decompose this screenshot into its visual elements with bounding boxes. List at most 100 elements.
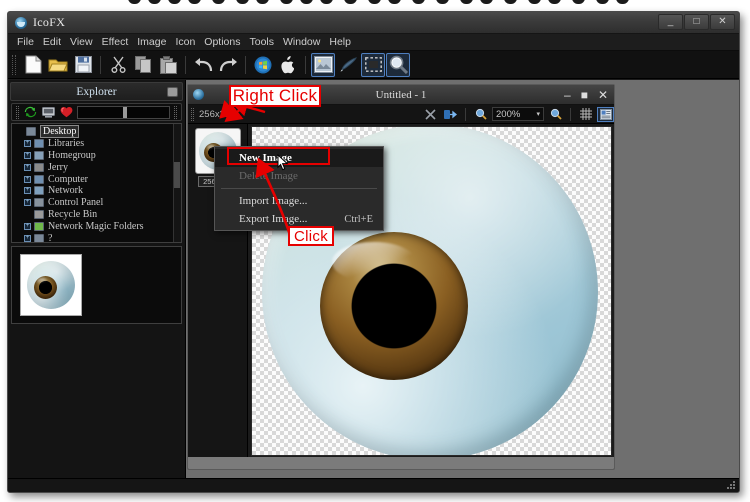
toolbar-cutoff-icon[interactable] bbox=[616, 0, 629, 4]
windows-icon[interactable] bbox=[251, 53, 275, 77]
expand-plus-icon[interactable]: + bbox=[24, 151, 31, 159]
favorites-heart-icon[interactable] bbox=[59, 106, 73, 119]
tree-item-label: Jerry bbox=[48, 161, 68, 173]
new-document-icon[interactable] bbox=[21, 53, 45, 77]
menu-item-file[interactable]: File bbox=[17, 36, 34, 48]
expand-plus-icon[interactable]: + bbox=[24, 175, 31, 183]
zoom-out-icon[interactable] bbox=[472, 107, 489, 122]
select-icon[interactable] bbox=[361, 52, 385, 77]
tree-item-network[interactable]: + Network bbox=[12, 185, 181, 197]
toolbar-cutoff-icon[interactable] bbox=[436, 0, 449, 4]
menu-item-edit[interactable]: Edit bbox=[43, 36, 61, 48]
zoom-in-icon[interactable] bbox=[547, 107, 564, 122]
grid-toggle-icon[interactable] bbox=[577, 107, 594, 122]
tree-item-network-magic-folders[interactable]: + Network Magic Folders bbox=[12, 220, 181, 232]
tree-item-recycle-bin[interactable]: Recycle Bin bbox=[12, 209, 181, 221]
image-icon[interactable] bbox=[311, 52, 335, 77]
tree-scrollbar[interactable] bbox=[173, 124, 181, 242]
preview-toggle-icon[interactable] bbox=[597, 106, 614, 122]
toolbar-cutoff-icon[interactable] bbox=[280, 0, 293, 4]
cut-icon[interactable] bbox=[106, 53, 130, 77]
delete-image-icon[interactable] bbox=[422, 107, 439, 122]
resize-grip[interactable] bbox=[727, 481, 736, 490]
toolbar-cutoff-icon[interactable] bbox=[128, 0, 141, 4]
open-folder-icon[interactable] bbox=[46, 53, 70, 77]
expand-plus-icon[interactable]: + bbox=[24, 222, 31, 230]
menu-item-icon[interactable]: Icon bbox=[175, 36, 195, 48]
export-image-icon[interactable] bbox=[442, 107, 459, 122]
tree-item-homegroup[interactable]: + Homegroup bbox=[12, 150, 181, 162]
minimize-button[interactable]: _ bbox=[658, 14, 683, 30]
expand-plus-icon[interactable]: + bbox=[24, 199, 31, 207]
zoom-level-select[interactable]: 200% ▾ bbox=[492, 107, 544, 121]
save-icon[interactable] bbox=[71, 53, 95, 77]
close-button[interactable]: ✕ bbox=[710, 14, 735, 30]
context-menu-item-import-image[interactable]: Import Image... bbox=[215, 192, 383, 210]
brush-icon[interactable] bbox=[336, 53, 360, 77]
expand-plus-icon[interactable]: + bbox=[24, 140, 31, 148]
tree-item-control-panel[interactable]: + Control Panel bbox=[12, 197, 181, 209]
toolbar-cutoff-icon[interactable] bbox=[320, 0, 333, 4]
toolbar-cutoff-icon[interactable] bbox=[368, 0, 381, 4]
toolbar-cutoff-icon[interactable] bbox=[480, 0, 493, 4]
menu-item-view[interactable]: View bbox=[70, 36, 93, 48]
paste-icon[interactable] bbox=[156, 53, 180, 77]
toolbar-grip[interactable] bbox=[12, 54, 16, 75]
copy-icon[interactable] bbox=[131, 53, 155, 77]
menu-item-effect[interactable]: Effect bbox=[102, 36, 129, 48]
explorer-toolbar-grip[interactable] bbox=[16, 105, 19, 119]
toolbar-cutoff-icon[interactable] bbox=[412, 0, 425, 4]
tree-item--[interactable]: +? bbox=[12, 232, 181, 242]
toolbar-cutoff-icon[interactable] bbox=[504, 0, 517, 4]
expand-plus-icon[interactable]: + bbox=[24, 163, 31, 171]
tree-item-libraries[interactable]: + Libraries bbox=[12, 138, 181, 150]
expand-plus-icon[interactable]: + bbox=[24, 234, 31, 242]
explorer-toolbar-grip-end[interactable] bbox=[174, 105, 177, 119]
tree-item-desktop[interactable]: Desktop bbox=[12, 125, 181, 139]
toolbar-cutoff-icon[interactable] bbox=[548, 0, 561, 4]
eyeball-preview-thumbnail[interactable] bbox=[20, 254, 82, 316]
toolbar-cutoff-icon[interactable] bbox=[212, 0, 225, 4]
magnifier-icon[interactable] bbox=[386, 52, 410, 77]
menu-item-image[interactable]: Image bbox=[137, 36, 166, 48]
toolbar-cutoff-icon[interactable] bbox=[236, 0, 249, 4]
toolbar-cutoff-icon[interactable] bbox=[528, 0, 541, 4]
pin-icon[interactable] bbox=[167, 87, 178, 97]
undo-icon[interactable] bbox=[191, 53, 215, 77]
menu-item-help[interactable]: Help bbox=[329, 36, 351, 48]
apple-icon[interactable] bbox=[276, 53, 300, 77]
refresh-icon[interactable] bbox=[23, 106, 37, 119]
menu-item-window[interactable]: Window bbox=[283, 36, 320, 48]
toolbar-cutoff-icon[interactable] bbox=[168, 0, 181, 4]
toolbar-cutoff-icon[interactable] bbox=[344, 0, 357, 4]
toolbar-cutoff-icon[interactable] bbox=[256, 0, 269, 4]
toolbar-cutoff-icon[interactable] bbox=[188, 0, 201, 4]
tree-item-jerry[interactable]: + Jerry bbox=[12, 161, 181, 173]
document-toolbar-grip[interactable] bbox=[191, 107, 194, 121]
menu-item-tools[interactable]: Tools bbox=[249, 36, 274, 48]
context-menu-item-delete-image: Delete Image bbox=[215, 167, 383, 185]
toolbar-cutoff-icon[interactable] bbox=[388, 0, 401, 4]
chevron-down-icon[interactable]: ▾ bbox=[536, 110, 540, 118]
toolbar-cutoff-icon[interactable] bbox=[460, 0, 473, 4]
toolbar-cutoff-icon[interactable] bbox=[596, 0, 609, 4]
toolbar-cutoff-icon[interactable] bbox=[300, 0, 313, 4]
explorer-path-input[interactable] bbox=[77, 105, 170, 119]
app-title-bar: IcoFX _ □ ✕ bbox=[8, 12, 739, 34]
redo-icon[interactable] bbox=[216, 53, 240, 77]
toolbar-cutoff-icon[interactable] bbox=[148, 0, 161, 4]
tree-item-label: Network Magic Folders bbox=[48, 220, 144, 232]
toolbar-cutoff-icon[interactable] bbox=[572, 0, 585, 4]
context-menu-item-label: Import Image... bbox=[239, 195, 308, 207]
tree-scrollbar-thumb[interactable] bbox=[174, 162, 180, 188]
display-icon[interactable] bbox=[41, 106, 55, 119]
expand-plus-icon[interactable]: + bbox=[24, 187, 31, 195]
document-maximize-button[interactable]: ■ bbox=[581, 89, 588, 101]
tree-item-computer[interactable]: + Computer bbox=[12, 173, 181, 185]
toolbar-separator bbox=[185, 55, 186, 74]
maximize-button[interactable]: □ bbox=[684, 14, 709, 30]
document-minimize-button[interactable]: – bbox=[564, 89, 571, 101]
document-close-button[interactable]: ✕ bbox=[598, 89, 608, 101]
folder-icon bbox=[34, 150, 44, 160]
menu-item-options[interactable]: Options bbox=[204, 36, 240, 48]
